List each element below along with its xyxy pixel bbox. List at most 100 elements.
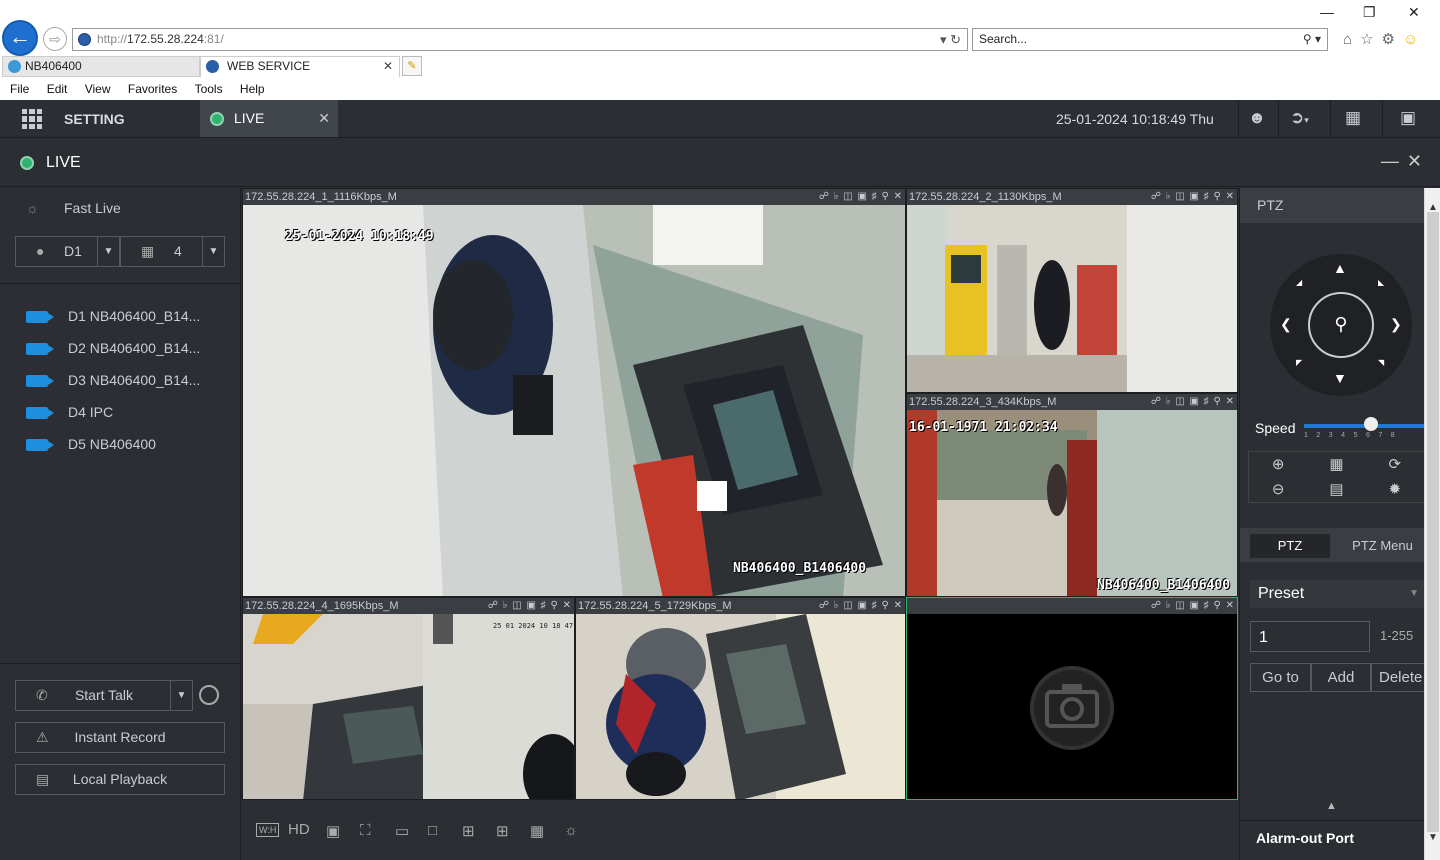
restore-icon[interactable]: ❐ xyxy=(1363,4,1376,21)
device-item-d2[interactable]: D2 NB406400_B14... xyxy=(26,338,200,358)
menu-view[interactable]: View xyxy=(85,82,111,96)
ptz-left-icon[interactable]: ❮ xyxy=(1280,316,1292,333)
video-tile-1[interactable]: 172.55.28.224_1_1116Kbps_M ☍ ♭ ◫ ▣ ♯ ⚲ ✕ … xyxy=(242,188,906,597)
ptz-direction-wheel[interactable]: ⚲ ▲ ▼ ❮ ❯ ◢ ◣ ◤ ◥ xyxy=(1270,254,1412,396)
channel-select[interactable]: ● D1 ▼ xyxy=(15,236,120,267)
menu-edit[interactable]: Edit xyxy=(47,82,68,96)
layout-1-icon[interactable]: ▭ xyxy=(395,822,409,840)
minimize-panel-icon[interactable]: — xyxy=(1381,151,1407,171)
fast-live-button[interactable]: ☼ Fast Live xyxy=(26,200,121,216)
close-live-tab-icon[interactable]: ✕ xyxy=(318,100,330,137)
record-status-icon[interactable] xyxy=(199,685,219,705)
new-tab-button[interactable]: ✎ xyxy=(402,56,422,76)
forward-button[interactable]: ⇨ xyxy=(43,27,67,51)
tile-control-icons[interactable]: ☍ ♭ ◫ ▣ ♯ ⚲ ✕ xyxy=(1151,598,1235,614)
zoom-out-icon[interactable]: ⊖ xyxy=(1249,477,1307,502)
tab-ptz[interactable]: PTZ xyxy=(1250,534,1330,558)
minimize-icon[interactable]: — xyxy=(1320,4,1334,20)
home-icon[interactable]: ⌂ xyxy=(1343,31,1360,48)
device-item-d1[interactable]: D1 NB406400_B14... xyxy=(26,306,200,326)
delete-button[interactable]: Delete xyxy=(1371,663,1425,692)
logout-icon[interactable]: ➲▾ xyxy=(1290,108,1309,128)
layout-4-icon[interactable]: ⊞ xyxy=(462,822,475,840)
goto-button[interactable]: Go to xyxy=(1250,663,1311,692)
tab-live[interactable]: LIVE ✕ xyxy=(200,100,338,137)
device-item-d3[interactable]: D3 NB406400_B14... xyxy=(26,370,200,390)
iris-close-icon[interactable]: ✹ xyxy=(1366,477,1424,502)
iris-open-icon[interactable]: ⟳ xyxy=(1366,452,1424,477)
back-button[interactable]: ← xyxy=(2,20,38,56)
brightness-icon[interactable]: ☼ xyxy=(564,822,578,839)
ptz-zoom-center-icon[interactable]: ⚲ xyxy=(1308,292,1374,358)
address-bar[interactable]: http://172.55.28.224:81/ ▾ ↻ xyxy=(72,28,968,51)
tile-control-icons[interactable]: ☍ ♭ ◫ ▣ ♯ ⚲ ✕ xyxy=(488,598,572,614)
layout-select[interactable]: ▦ 4 ▼ xyxy=(120,236,225,267)
page-scrollbar[interactable]: ▲ ▼ xyxy=(1424,188,1440,860)
scrollbar-thumb[interactable] xyxy=(1427,212,1439,832)
menu-help[interactable]: Help xyxy=(240,82,265,96)
camera-icon xyxy=(26,375,54,388)
focus-far-icon[interactable]: ▤ xyxy=(1307,477,1365,502)
browser-tab-web-service[interactable]: WEB SERVICE ✕ xyxy=(200,56,400,77)
tab-ptz-menu[interactable]: PTZ Menu xyxy=(1340,534,1425,558)
layout-8-icon[interactable]: ▦ xyxy=(530,822,544,840)
refresh-icon[interactable]: ▾ ↻ xyxy=(940,29,961,50)
settings-gear-icon[interactable]: ⚙ xyxy=(1382,31,1403,48)
smiley-icon[interactable]: ☺ xyxy=(1403,31,1426,48)
ptz-up-right-icon[interactable]: ◣ xyxy=(1378,278,1384,287)
tile-control-icons[interactable]: ☍ ♭ ◫ ▣ ♯ ⚲ ✕ xyxy=(1151,394,1235,410)
ptz-up-icon[interactable]: ▲ xyxy=(1333,260,1347,276)
menu-tools[interactable]: Tools xyxy=(195,82,223,96)
close-panel-icon[interactable]: ✕ xyxy=(1407,151,1430,171)
tile-control-icons[interactable]: ☍ ♭ ◫ ▣ ♯ ⚲ ✕ xyxy=(819,598,903,614)
alarm-out-port-header[interactable]: Alarm-out Port xyxy=(1240,820,1425,860)
instant-record-button[interactable]: ⚠ Instant Record xyxy=(15,722,225,753)
preset-number-input[interactable]: 1 xyxy=(1250,621,1370,652)
video-tile-3[interactable]: 172.55.28.224_3_434Kbps_M ☍ ♭ ◫ ▣ ♯ ⚲ ✕ 1… xyxy=(906,393,1238,597)
hd-toggle[interactable]: HD xyxy=(288,821,310,838)
main-menu-grid-icon[interactable] xyxy=(22,109,42,129)
video-tile-4[interactable]: 172.55.28.224_4_1695Kbps_M ☍ ♭ ◫ ▣ ♯ ⚲ ✕ … xyxy=(242,597,575,800)
tile-control-icons[interactable]: ☍ ♭ ◫ ▣ ♯ ⚲ ✕ xyxy=(819,189,903,205)
layout-6-icon[interactable]: ⊞ xyxy=(496,822,509,840)
stream-icon[interactable]: ▣ xyxy=(326,822,340,840)
chevron-down-icon[interactable]: ▼ xyxy=(202,237,224,266)
menu-favorites[interactable]: Favorites xyxy=(128,82,177,96)
scroll-down-icon[interactable]: ▼ xyxy=(1428,832,1438,843)
focus-near-icon[interactable]: ▦ xyxy=(1307,452,1365,477)
tile-control-icons[interactable]: ☍ ♭ ◫ ▣ ♯ ⚲ ✕ xyxy=(1151,189,1235,205)
video-tile-6-empty[interactable]: ☍ ♭ ◫ ▣ ♯ ⚲ ✕ xyxy=(906,597,1238,800)
device-item-d5[interactable]: D5 NB406400 xyxy=(26,434,156,454)
qr-code-icon[interactable]: ▦ xyxy=(1345,108,1361,128)
ptz-up-left-icon[interactable]: ◢ xyxy=(1296,278,1302,287)
close-window-icon[interactable]: ✕ xyxy=(1408,4,1420,21)
aspect-ratio-icon[interactable]: W:H xyxy=(256,823,280,837)
zoom-in-icon[interactable]: ⊕ xyxy=(1249,452,1307,477)
monitor-icon[interactable]: ▣ xyxy=(1400,108,1416,128)
fullscreen-icon[interactable]: ⛶ xyxy=(360,822,371,839)
search-input[interactable]: Search... ⚲ ▾ xyxy=(972,28,1328,51)
speed-slider-handle[interactable] xyxy=(1364,417,1378,431)
close-tab-icon[interactable]: ✕ xyxy=(383,57,393,76)
ptz-down-right-icon[interactable]: ◥ xyxy=(1378,358,1384,367)
add-button[interactable]: Add xyxy=(1311,663,1371,692)
ptz-down-left-icon[interactable]: ◤ xyxy=(1296,358,1302,367)
chevron-down-icon[interactable]: ▼ xyxy=(170,681,192,710)
ptz-down-icon[interactable]: ▼ xyxy=(1333,370,1347,386)
layout-single-icon[interactable]: □ xyxy=(428,822,437,839)
preset-select[interactable]: Preset ▼ xyxy=(1250,580,1425,608)
search-icon[interactable]: ⚲ ▾ xyxy=(1303,29,1321,50)
video-tile-5[interactable]: 172.55.28.224_5_1729Kbps_M ☍ ♭ ◫ ▣ ♯ ⚲ ✕ xyxy=(575,597,906,800)
ptz-right-icon[interactable]: ❯ xyxy=(1390,316,1402,333)
browser-tab-nb406400[interactable]: NB406400 xyxy=(2,56,200,77)
device-item-d4[interactable]: D4 IPC xyxy=(26,402,113,422)
start-talk-button[interactable]: ✆ Start Talk ▼ xyxy=(15,680,193,711)
chevron-down-icon[interactable]: ▼ xyxy=(97,237,119,266)
user-icon[interactable]: ☻ xyxy=(1248,108,1266,128)
favorites-star-icon[interactable]: ☆ xyxy=(1360,31,1381,48)
local-playback-button[interactable]: ▤ Local Playback xyxy=(15,764,225,795)
video-tile-2[interactable]: 172.55.28.224_2_1130Kbps_M ☍ ♭ ◫ ▣ ♯ ⚲ ✕ xyxy=(906,188,1238,393)
setting-button[interactable]: SETTING xyxy=(64,111,125,127)
chevron-up-icon[interactable]: ▲ xyxy=(1326,800,1337,812)
menu-file[interactable]: File xyxy=(10,82,29,96)
